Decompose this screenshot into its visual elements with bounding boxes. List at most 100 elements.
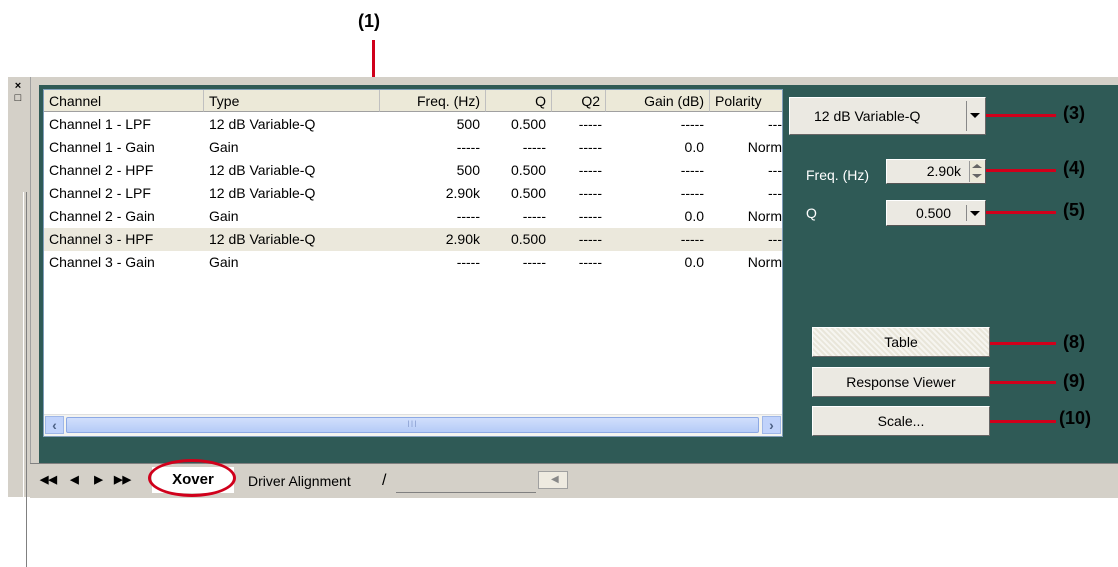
filter-type-value: 12 dB Variable-Q [814,108,921,124]
cell-freq: 500 [456,116,480,132]
scroll-left-button[interactable]: ‹ [45,416,64,434]
response-viewer-button-label: Response Viewer [846,374,956,390]
cell-freq: 2.90k [445,185,480,201]
restore-icon[interactable]: □ [12,93,24,104]
cell-polarity: Norm [747,139,782,155]
first-tab-icon[interactable]: ◀◀ [40,472,57,488]
cell-freq: 500 [456,162,480,178]
freq-label: Freq. (Hz) [806,167,869,183]
cell-freq: ----- [456,254,480,270]
response-viewer-button[interactable]: Response Viewer [812,367,990,397]
column-header-type[interactable]: Type [204,90,380,112]
scale-button[interactable]: Scale... [812,406,990,436]
column-header-polarity[interactable]: Polarity [710,90,782,112]
table-row[interactable]: Channel 2 - HPF 12 dB Variable-Q 500 0.500 -… [44,159,782,182]
next-tab-icon[interactable]: ▶ [90,472,107,488]
cell-polarity: --- [768,231,782,247]
column-header-channel[interactable]: Channel [44,90,204,112]
cell-freq: ----- [456,208,480,224]
cell-gain: 0.0 [684,139,704,155]
callout-1: (1) [358,11,380,31]
cell-type: Gain [209,208,239,224]
callout-4: (4) [1063,158,1085,178]
tab-separator: / [382,472,387,489]
cell-channel: Channel 3 - HPF [49,231,154,247]
side-toolbar: × □ [8,77,31,567]
prev-tab-icon[interactable]: ◀ [66,472,83,488]
cell-polarity: Norm [747,254,782,270]
cell-type: Gain [209,139,239,155]
cell-channel: Channel 2 - LPF [49,185,151,201]
cell-type: 12 dB Variable-Q [209,116,316,132]
callout-8-line [990,342,1056,345]
callout-9: (9) [1063,371,1085,391]
cell-channel: Channel 1 - Gain [49,139,155,155]
table-row[interactable]: Channel 3 - Gain Gain ----- ----- ----- 0.0 No… [44,251,782,274]
callout-3-line [986,114,1056,117]
xover-tab-highlight [148,459,236,497]
dropdown-arrow[interactable] [966,101,983,131]
cell-type: Gain [209,254,239,270]
cell-gain: ----- [680,116,704,132]
cell-gain: 0.0 [684,254,704,270]
chevron-down-icon [970,113,980,118]
callout-3: (3) [1063,103,1085,123]
tab-driver-alignment[interactable]: Driver Alignment / [236,469,396,493]
cell-q: 0.500 [510,116,546,132]
cell-type: 12 dB Variable-Q [209,231,316,247]
cell-q2: ----- [578,162,602,178]
scroll-thumb[interactable]: III [66,417,759,433]
cell-gain: ----- [680,185,704,201]
filter-type-dropdown[interactable]: 12 dB Variable-Q [789,97,986,135]
resize-grip[interactable] [23,192,27,567]
cell-q2: ----- [578,231,602,247]
cell-q: 0.500 [510,162,546,178]
horizontal-scrollbar[interactable]: ‹ III › [44,414,782,436]
callout-4-line [986,169,1056,172]
scroll-right-button[interactable]: › [762,416,781,434]
freq-input[interactable]: 2.90k [886,159,986,184]
filter-list[interactable]: Channel Type Freq. (Hz) Q Q2 Gain (dB) P… [43,89,783,437]
freq-spinner[interactable] [969,161,984,182]
last-tab-icon[interactable]: ▶▶ [114,472,131,488]
cell-q: 0.500 [510,185,546,201]
scale-button-label: Scale... [877,413,925,429]
table-row[interactable]: Channel 1 - Gain Gain ----- ----- ----- 0.0 No… [44,136,782,159]
cell-freq: ----- [456,139,480,155]
cell-type: 12 dB Variable-Q [209,185,316,201]
table-row[interactable]: Channel 1 - LPF 12 dB Variable-Q 500 0.500 -… [44,113,782,136]
cell-channel: Channel 1 - LPF [49,116,151,132]
callout-8: (8) [1063,332,1085,352]
q-dropdown[interactable]: 0.500 [886,200,986,226]
column-header-q2[interactable]: Q2 [552,90,606,112]
cell-q: ----- [522,254,546,270]
callout-10-line [990,420,1056,423]
cell-freq: 2.90k [445,231,480,247]
column-header-gain[interactable]: Gain (dB) [606,90,710,112]
column-header-freq[interactable]: Freq. (Hz) [380,90,486,112]
callout-5-line [986,211,1056,214]
table-button[interactable]: Table [812,327,990,357]
table-row[interactable]: Channel 2 - Gain Gain ----- ----- ----- 0.0 No… [44,205,782,228]
table-row[interactable]: Channel 2 - LPF 12 dB Variable-Q 2.90k 0.50… [44,182,782,205]
spin-down-icon[interactable] [972,174,982,178]
q-dropdown-arrow[interactable] [966,205,983,221]
tab-baseline [396,492,536,493]
cell-q2: ----- [578,254,602,270]
column-header-q[interactable]: Q [486,90,552,112]
cell-polarity: --- [768,162,782,178]
cell-channel: Channel 2 - Gain [49,208,155,224]
spin-up-icon[interactable] [972,164,982,168]
scroll-left-icon[interactable]: ◀ [551,472,559,488]
cell-gain: ----- [680,231,704,247]
cell-q2: ----- [578,139,602,155]
cell-channel: Channel 2 - HPF [49,162,154,178]
cell-q2: ----- [578,116,602,132]
freq-value: 2.90k [926,163,961,179]
close-icon[interactable]: × [12,81,24,92]
tab-driver-alignment-label: Driver Alignment [248,473,351,489]
q-label: Q [806,205,817,221]
table-row[interactable]: Channel 3 - HPF 12 dB Variable-Q 2.90k 0.50… [44,228,782,251]
tab-scroll[interactable]: ◀ [538,471,568,489]
cell-q: 0.500 [510,231,546,247]
